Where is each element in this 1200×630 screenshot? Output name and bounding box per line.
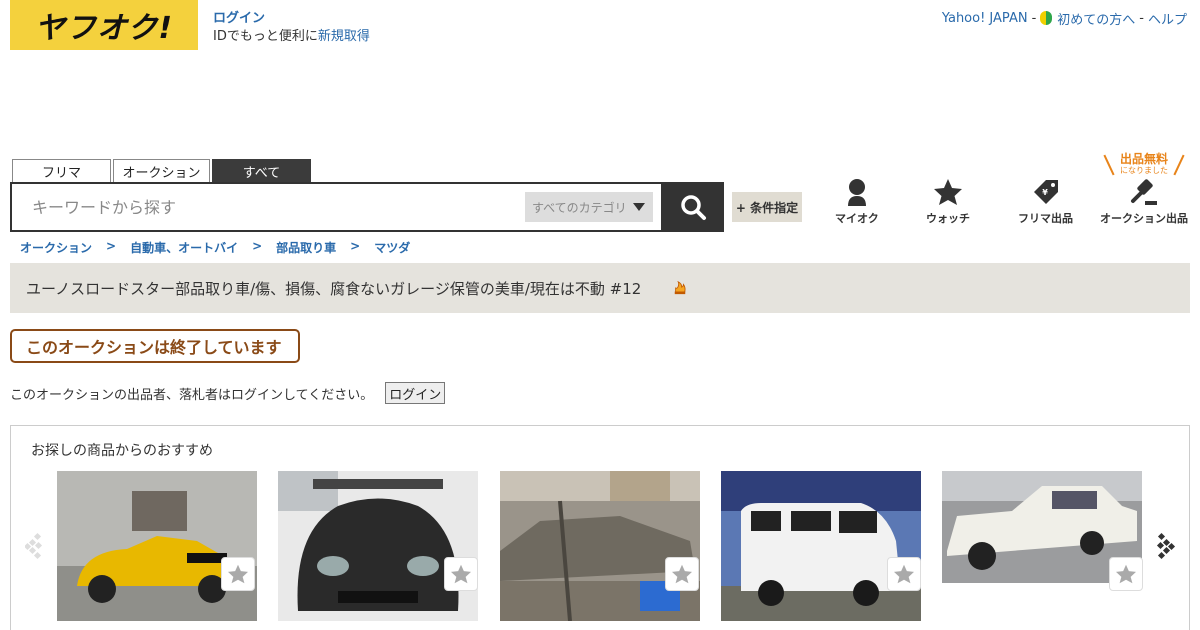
nav-auction-sell-label: オークション出品 bbox=[1100, 212, 1188, 225]
search-tabs: フリマ オークション すべて bbox=[12, 159, 311, 183]
login-notice-text: このオークションの出品者、落札者はログインしてください。 bbox=[10, 387, 374, 403]
nav-flea-sell-label: フリマ出品 bbox=[1018, 212, 1073, 225]
search-box: すべてのカテゴリ bbox=[10, 182, 663, 232]
login-button[interactable]: ログイン bbox=[385, 382, 446, 404]
nav-watch-label: ウォッチ bbox=[926, 212, 970, 225]
breadcrumb: オークション > 自動車、オートバイ > 部品取り車 > マツダ bbox=[20, 239, 410, 256]
nav-auction-sell[interactable]: オークション出品 bbox=[1100, 178, 1188, 226]
search-button[interactable] bbox=[662, 182, 724, 232]
auction-ended-badge: このオークションは終了しています bbox=[10, 329, 300, 363]
carousel-prev-icon[interactable] bbox=[25, 531, 47, 561]
beginner-link[interactable]: 初めての方へ bbox=[1057, 9, 1135, 28]
yahoo-japan-link[interactable]: Yahoo! JAPAN bbox=[942, 11, 1028, 26]
svg-text:¥: ¥ bbox=[1042, 188, 1048, 197]
search-icon bbox=[681, 195, 706, 220]
star-icon bbox=[894, 564, 914, 584]
black-supra-photo bbox=[278, 471, 478, 621]
watch-button[interactable] bbox=[1109, 557, 1143, 591]
tab-auction[interactable]: オークション bbox=[113, 159, 210, 183]
category-select-label: すべてのカテゴリ bbox=[532, 200, 627, 215]
person-icon bbox=[847, 179, 866, 206]
recommendations-title: お探しの商品からのおすすめ bbox=[31, 443, 213, 459]
star-icon bbox=[1116, 564, 1136, 584]
gavel-icon bbox=[1131, 179, 1157, 205]
account-area: ログイン IDでもっと便利に新規取得 bbox=[213, 10, 370, 46]
nav-myauc[interactable]: マイオク bbox=[835, 178, 879, 226]
item-title: ユーノスロードスター部品取り車/傷、損傷、腐食ないガレージ保管の美車/現在は不動… bbox=[26, 279, 642, 298]
watch-button[interactable] bbox=[444, 557, 478, 591]
search-input[interactable] bbox=[12, 184, 522, 230]
silver-coupe-photo bbox=[500, 471, 700, 621]
nav-flea-sell[interactable]: ¥ フリマ出品 bbox=[1018, 178, 1073, 226]
price-tag-icon: ¥ bbox=[1033, 180, 1058, 204]
free-listing-sub: になりました bbox=[1120, 166, 1168, 175]
recommend-item-2[interactable] bbox=[278, 471, 478, 621]
breadcrumb-item[interactable]: オークション bbox=[20, 239, 92, 256]
breadcrumb-item[interactable]: マツダ bbox=[374, 239, 410, 256]
star-icon bbox=[934, 179, 962, 205]
yahuoku-logo[interactable]: ヤフオク! bbox=[10, 0, 198, 50]
tab-all[interactable]: すべて bbox=[212, 159, 311, 183]
breadcrumb-item[interactable]: 自動車、オートバイ bbox=[130, 239, 238, 256]
top-links: Yahoo! JAPAN - 初めての方へ - ヘルプ bbox=[942, 9, 1187, 28]
hot-item-icon bbox=[675, 281, 686, 295]
star-icon bbox=[228, 564, 248, 584]
recommend-item-4[interactable] bbox=[721, 471, 921, 621]
login-subtext: IDでもっと便利に bbox=[213, 29, 318, 44]
caret-down-icon bbox=[633, 203, 645, 211]
recommendations-panel: お探しの商品からのおすすめ bbox=[10, 425, 1190, 630]
login-link[interactable]: ログイン bbox=[213, 11, 265, 26]
star-icon bbox=[451, 564, 471, 584]
breadcrumb-sep: > bbox=[106, 239, 117, 253]
star-icon bbox=[672, 564, 692, 584]
free-listing-title: 出品無料 bbox=[1119, 152, 1168, 166]
beginner-mark-icon bbox=[1040, 11, 1053, 26]
breadcrumb-sep: > bbox=[252, 239, 263, 253]
nav-myauc-label: マイオク bbox=[835, 212, 879, 225]
breadcrumb-item[interactable]: 部品取り車 bbox=[276, 239, 336, 256]
separator: - bbox=[1139, 11, 1144, 26]
watch-button[interactable] bbox=[887, 557, 921, 591]
separator: - bbox=[1031, 11, 1037, 26]
yellow-roadster-photo bbox=[57, 471, 257, 621]
help-link[interactable]: ヘルプ bbox=[1148, 9, 1187, 28]
white-van-photo bbox=[721, 471, 921, 621]
condition-button[interactable]: + 条件指定 bbox=[732, 192, 802, 222]
login-notice: このオークションの出品者、落札者はログインしてください。 ログイン bbox=[10, 382, 446, 404]
item-title-bar: ユーノスロードスター部品取り車/傷、損傷、腐食ないガレージ保管の美車/現在は不動… bbox=[10, 263, 1190, 313]
watch-button[interactable] bbox=[221, 557, 255, 591]
signup-link[interactable]: 新規取得 bbox=[318, 29, 370, 44]
category-select[interactable]: すべてのカテゴリ bbox=[525, 192, 653, 222]
watch-button[interactable] bbox=[665, 557, 699, 591]
free-listing-badge: 出品無料 になりました bbox=[1103, 152, 1185, 176]
nav-watch[interactable]: ウォッチ bbox=[926, 178, 970, 226]
tab-flea[interactable]: フリマ bbox=[12, 159, 111, 183]
carousel-next-icon[interactable] bbox=[1155, 531, 1177, 561]
recommend-item-3[interactable] bbox=[500, 471, 700, 621]
logo-text: ヤフオク! bbox=[34, 11, 174, 46]
breadcrumb-sep: > bbox=[350, 239, 361, 253]
recommend-item-1[interactable] bbox=[57, 471, 257, 621]
